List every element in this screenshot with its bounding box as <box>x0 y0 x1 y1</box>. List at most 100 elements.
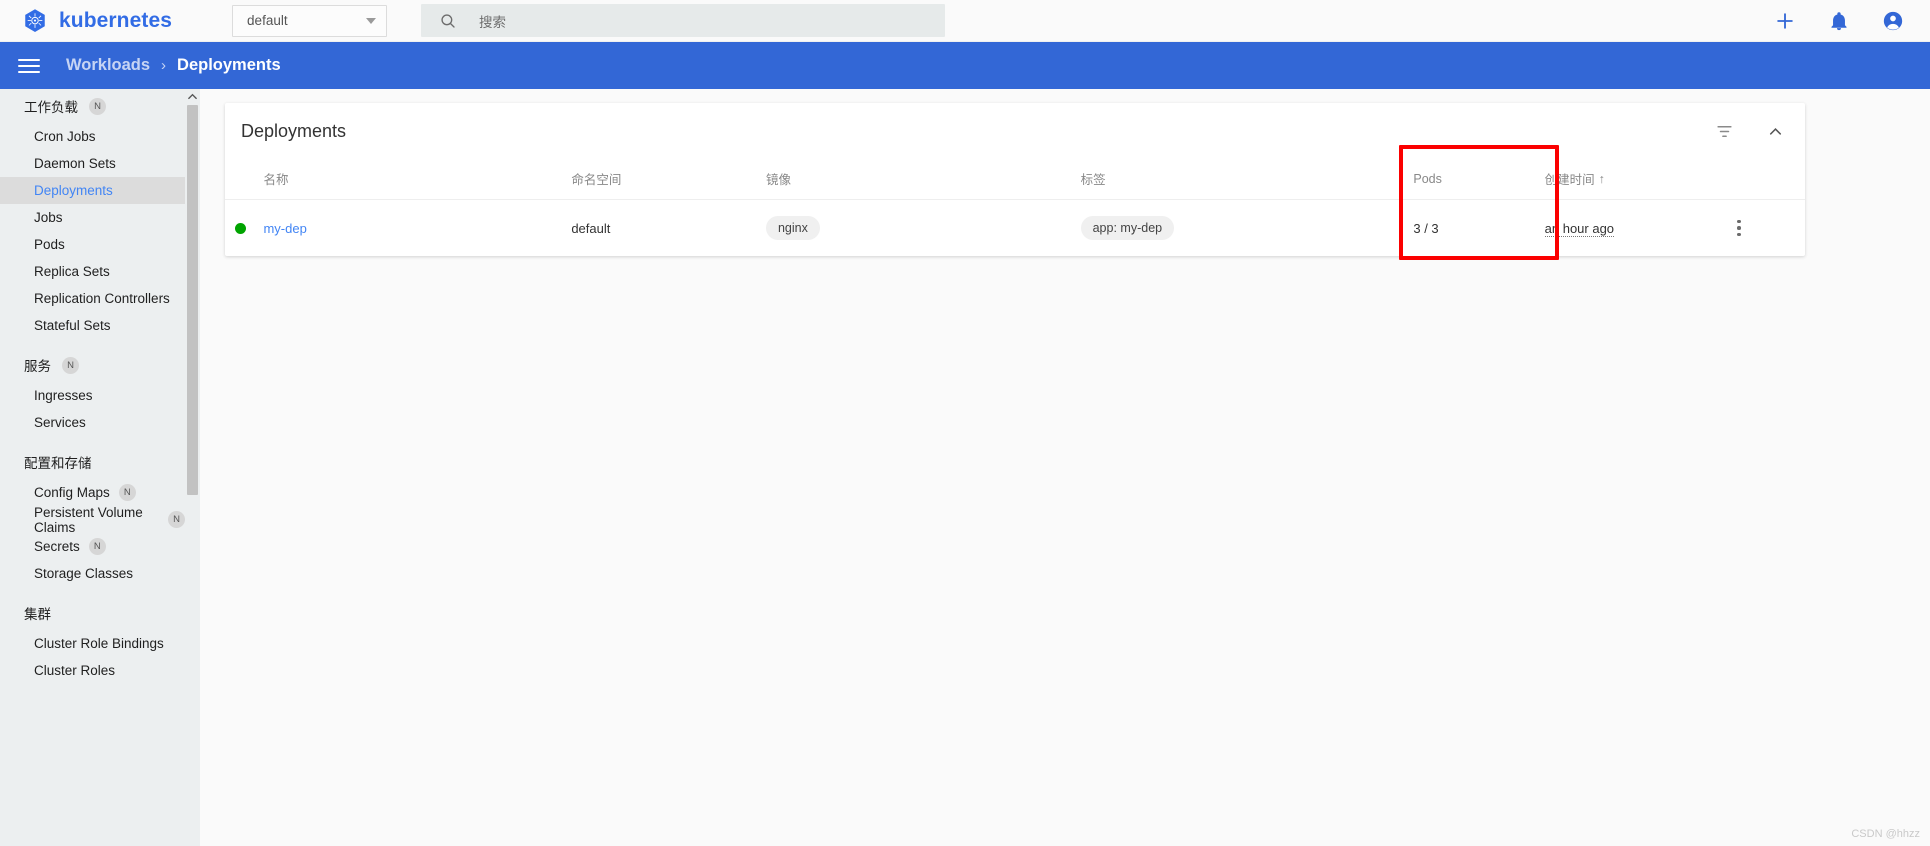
sidebar-item-replication-controllers[interactable]: Replication Controllers <box>0 285 185 312</box>
row-labels-cell: app: my-dep <box>1080 200 1414 257</box>
breadcrumb-parent[interactable]: Workloads <box>66 56 150 75</box>
sidebar-item-badge: N <box>118 484 136 501</box>
sidebar-group-label: 配置和存储 <box>24 456 92 471</box>
sidebar-group-title: 集群 <box>0 596 185 630</box>
sidebar-item-label: Stateful Sets <box>34 318 111 333</box>
sidebar-item-label: Pods <box>34 237 65 252</box>
app-bar-actions <box>1774 10 1904 32</box>
chevron-down-icon <box>366 17 377 24</box>
sidebar-item-deployments[interactable]: Deployments <box>0 177 185 204</box>
col-header-menu <box>1737 160 1805 200</box>
row-name-cell: my-dep <box>263 200 571 257</box>
created-time-value: an hour ago <box>1544 220 1615 237</box>
account-circle-icon[interactable] <box>1882 10 1904 32</box>
table-header-row: 名称 命名空间 镜像 标签 Pods 创建时间 ↑ <box>225 160 1805 200</box>
breadcrumb-separator-icon: › <box>161 57 167 74</box>
kubernetes-logo-icon <box>25 8 45 32</box>
sidebar-item-label: Ingresses <box>34 388 93 403</box>
sidebar-group-badge: N <box>89 97 106 115</box>
namespace-select-value: default <box>247 13 288 28</box>
sidebar-group-spacer <box>0 587 185 596</box>
sidebar-item-label: Jobs <box>34 210 63 225</box>
sidebar-group-spacer <box>0 684 185 693</box>
row-status-cell <box>225 200 263 257</box>
sidebar-item-badge: N <box>168 511 185 528</box>
sidebar-group-spacer <box>0 436 185 445</box>
sort-ascending-icon: ↑ <box>1598 171 1605 186</box>
sidebar-item-replica-sets[interactable]: Replica Sets <box>0 258 185 285</box>
hamburger-icon[interactable] <box>18 55 40 77</box>
sidebar-item-daemon-sets[interactable]: Daemon Sets <box>0 150 185 177</box>
sidebar-item-badge: N <box>88 538 106 555</box>
sidebar-item-label: Config Maps <box>34 485 110 500</box>
row-image-cell: nginx <box>765 200 1081 257</box>
row-menu-cell[interactable] <box>1737 200 1805 257</box>
sidebar-item-cluster-role-bindings[interactable]: Cluster Role Bindings <box>0 630 185 657</box>
sidebar-item-label: Deployments <box>34 183 113 198</box>
breadcrumb-bar: Workloads › Deployments <box>0 42 1930 89</box>
sidebar-item-config-maps[interactable]: Config Maps N <box>0 479 185 506</box>
card-header-actions <box>1715 122 1791 141</box>
sidebar-item-persistent-volume-claims[interactable]: Persistent Volume Claims N <box>0 504 185 535</box>
col-header-namespace[interactable]: 命名空间 <box>571 160 766 200</box>
sidebar-item-label: Replica Sets <box>34 264 110 279</box>
sidebar-item-pods[interactable]: Pods <box>0 231 185 258</box>
top-app-bar: kubernetes default 搜索 <box>0 0 1930 42</box>
col-header-labels[interactable]: 标签 <box>1080 160 1414 200</box>
col-header-image[interactable]: 镜像 <box>765 160 1081 200</box>
sidebar-item-label: Cluster Role Bindings <box>34 636 164 651</box>
sidebar-scrollbar-thumb[interactable] <box>187 105 198 495</box>
search-placeholder: 搜索 <box>479 14 507 30</box>
sidebar-item-cluster-roles[interactable]: Cluster Roles <box>0 657 185 684</box>
sidebar-item-secrets[interactable]: Secrets N <box>0 533 185 560</box>
card-header: Deployments <box>225 103 1805 160</box>
row-pods-cell: 3 / 3 <box>1413 200 1544 257</box>
sidebar-item-label: Daemon Sets <box>34 156 116 171</box>
sidebar-group-label: 工作负载 <box>24 100 78 115</box>
col-header-created[interactable]: 创建时间 ↑ <box>1544 160 1738 200</box>
page-title: Deployments <box>241 121 347 141</box>
row-created-cell: an hour ago <box>1544 200 1737 257</box>
brand-title: kubernetes <box>59 8 173 32</box>
sidebar-item-storage-classes[interactable]: Storage Classes <box>0 560 185 587</box>
sidebar-group-title: 工作负载 N <box>0 89 185 123</box>
namespace-value: default <box>571 220 611 236</box>
sidebar-item-ingresses[interactable]: Ingresses <box>0 382 185 409</box>
col-header-pods[interactable]: Pods <box>1413 160 1545 200</box>
deployment-name-link[interactable]: my-dep <box>263 221 306 236</box>
col-header-name[interactable]: 名称 <box>263 160 572 200</box>
plus-icon[interactable] <box>1774 10 1796 32</box>
sidebar-item-label: Replication Controllers <box>34 291 170 306</box>
filter-icon[interactable] <box>1715 122 1734 141</box>
sidebar-item-label: Persistent Volume Claims <box>34 504 143 535</box>
sidebar-item-jobs[interactable]: Jobs <box>0 204 185 231</box>
breadcrumb: Workloads › Deployments <box>66 56 281 75</box>
watermark: CSDN @hhzz <box>1851 828 1920 840</box>
label-chip: app: my-dep <box>1080 216 1175 240</box>
status-running-icon <box>235 222 246 234</box>
brand[interactable]: kubernetes <box>22 8 172 34</box>
search-input[interactable]: 搜索 <box>421 4 946 37</box>
col-header-status <box>225 160 264 200</box>
pods-value: 3 / 3 <box>1413 220 1439 236</box>
namespace-select[interactable]: default <box>232 4 388 37</box>
row-namespace-cell: default <box>571 200 766 257</box>
chevron-up-icon[interactable] <box>187 91 198 102</box>
sidebar: 工作负载 N Cron Jobs Daemon Sets Deployments Jobs… <box>0 89 185 846</box>
sidebar-group-label: 服务 <box>24 359 51 374</box>
more-vert-icon[interactable] <box>1737 219 1805 237</box>
sidebar-group-title: 服务 N <box>0 348 185 382</box>
deployments-table: 名称 命名空间 镜像 标签 Pods 创建时间 ↑ my-dep default n… <box>225 160 1805 256</box>
sidebar-item-cron-jobs[interactable]: Cron Jobs <box>0 123 185 150</box>
bell-icon[interactable] <box>1828 10 1850 32</box>
main-content: Deployments 名称 命名空间 镜像 标签 Pods 创建时间 ↑ my… <box>200 89 1930 846</box>
sidebar-scrollbar[interactable] <box>185 89 200 846</box>
sidebar-item-stateful-sets[interactable]: Stateful Sets <box>0 312 185 339</box>
sidebar-item-services[interactable]: Services <box>0 409 185 436</box>
breadcrumb-current: Deployments <box>177 56 281 74</box>
sidebar-item-label: Cron Jobs <box>34 129 96 144</box>
sidebar-group-spacer <box>0 339 185 348</box>
table-row[interactable]: my-dep default nginx app: my-dep 3 / 3 an hou… <box>225 200 1805 257</box>
collapse-chevron-up-icon[interactable] <box>1766 122 1785 141</box>
sidebar-item-label: Storage Classes <box>34 566 134 581</box>
